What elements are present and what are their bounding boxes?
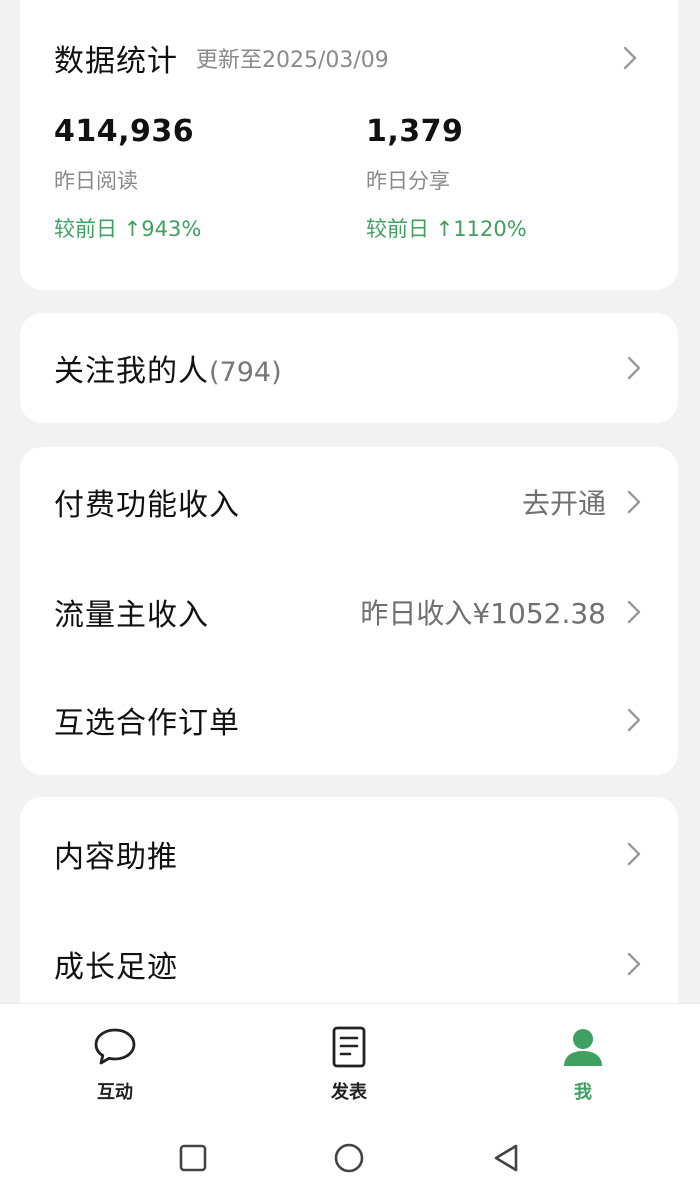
content-boost-label: 内容助推: [54, 840, 178, 875]
stat-shares-value: 1,379: [366, 114, 464, 149]
stat-shares: 1,379 昨日分享 较前日 ↑1120%: [366, 114, 527, 243]
stats-updated-date: 更新至2025/03/09: [196, 48, 389, 73]
stat-reads: 414,936 昨日阅读 较前日 ↑943%: [54, 114, 201, 243]
document-icon: [294, 1018, 404, 1068]
paid-features-label: 付费功能收入: [54, 488, 240, 523]
followers-row[interactable]: 关注我的人(794): [20, 313, 678, 423]
paid-features-row[interactable]: 付费功能收入 去开通: [20, 447, 678, 557]
user-icon: [528, 1018, 638, 1068]
nav-label-me: 我: [574, 1082, 592, 1103]
stats-card[interactable]: 数据统计 更新至2025/03/09 414,936 昨日阅读 较前日 ↑943…: [20, 0, 678, 290]
followers-count: (794): [209, 357, 282, 388]
stat-reads-value: 414,936: [54, 114, 195, 149]
circle-icon[interactable]: [329, 1138, 369, 1178]
chevron-right-icon[interactable]: [620, 482, 648, 522]
chevron-right-icon[interactable]: [620, 700, 648, 740]
chat-bubble-icon: [60, 1018, 170, 1068]
chevron-right-icon[interactable]: [620, 348, 648, 388]
growth-track-label: 成长足迹: [54, 950, 178, 985]
stat-reads-label: 昨日阅读: [54, 169, 138, 193]
followers-label: 关注我的人(794): [54, 346, 282, 390]
traffic-owner-value: 昨日收入¥1052.38: [360, 597, 606, 630]
mutual-orders-row[interactable]: 互选合作订单: [20, 665, 678, 775]
traffic-owner-label: 流量主收入: [54, 598, 209, 633]
nav-item-interact[interactable]: 互动: [60, 1018, 170, 1108]
followers-label-text: 关注我的人: [54, 354, 209, 389]
bottom-nav: 互动 发表 我: [0, 1003, 700, 1193]
nav-label-publish: 发表: [331, 1082, 367, 1103]
chevron-right-icon[interactable]: [620, 944, 648, 984]
stat-shares-change: 较前日 ↑1120%: [366, 217, 527, 241]
chevron-right-icon[interactable]: [616, 38, 644, 78]
stat-shares-label: 昨日分享: [366, 169, 450, 193]
traffic-owner-row[interactable]: 流量主收入 昨日收入¥1052.38: [20, 557, 678, 667]
tools-card: 内容助推 成长足迹: [20, 797, 678, 1037]
chevron-right-icon[interactable]: [620, 834, 648, 874]
nav-item-publish[interactable]: 发表: [294, 1018, 404, 1108]
back-triangle-icon[interactable]: [486, 1138, 526, 1178]
nav-label-interact: 互动: [97, 1082, 133, 1103]
stat-reads-change: 较前日 ↑943%: [54, 217, 202, 241]
mutual-orders-label: 互选合作订单: [54, 706, 240, 741]
chevron-right-icon[interactable]: [620, 592, 648, 632]
stats-header[interactable]: 数据统计 更新至2025/03/09: [54, 36, 644, 80]
nav-item-me[interactable]: 我: [528, 1018, 638, 1108]
paid-features-value: 去开通: [521, 487, 606, 520]
stats-title: 数据统计: [54, 44, 178, 79]
followers-card[interactable]: 关注我的人(794): [20, 313, 678, 423]
content-boost-row[interactable]: 内容助推: [20, 799, 678, 909]
square-icon[interactable]: [173, 1138, 213, 1178]
income-card: 付费功能收入 去开通 流量主收入 昨日收入¥1052.38 互选合作订单: [20, 447, 678, 775]
